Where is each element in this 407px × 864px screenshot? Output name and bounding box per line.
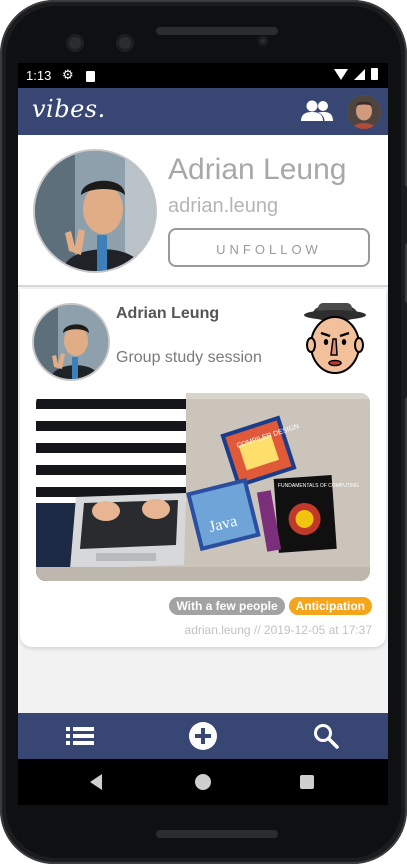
power-button: [403, 302, 407, 398]
profile-handle: adrian.leung: [168, 195, 279, 217]
post-author-avatar[interactable]: [32, 303, 110, 381]
settings-gear-icon: ⚙: [62, 67, 74, 82]
proximity-sensor: [258, 36, 268, 46]
post-meta: adrian.leung // 2019-12-05 at 17:37: [184, 623, 372, 637]
front-camera: [66, 34, 84, 52]
earpiece-speaker: [156, 27, 278, 35]
nav-search-button[interactable]: [296, 713, 356, 759]
profile-photo: [33, 149, 157, 273]
tag-company[interactable]: With a few people: [169, 597, 285, 615]
post-tags: With a few people Anticipation: [169, 597, 372, 615]
profile-name: Adrian Leung: [168, 153, 347, 186]
sd-card-icon: [86, 71, 95, 82]
screen: 1:13 ⚙ vibes. Adrian Leung adrian.leung …: [18, 63, 388, 805]
recents-icon[interactable]: [300, 775, 314, 789]
volume-button: [403, 186, 407, 244]
nav-feed-button[interactable]: [50, 713, 110, 759]
post-author-name[interactable]: Adrian Leung: [116, 305, 219, 323]
post-photo[interactable]: COMPILER DESIGN Java FUNDAMENTALS OF COM…: [36, 393, 370, 581]
status-time: 1:13: [26, 68, 52, 83]
bottom-speaker: [156, 830, 278, 838]
wifi-icon: [334, 68, 348, 80]
user-avatar[interactable]: [347, 95, 381, 129]
home-icon[interactable]: [195, 774, 211, 790]
system-nav-bar: [18, 759, 388, 805]
search-icon: [314, 724, 339, 749]
book-title-fundamentals: FUNDAMENTALS OF COMPUTING: [278, 483, 359, 489]
status-bar: 1:13 ⚙: [18, 63, 388, 88]
study-photo-illustration: COMPILER DESIGN Java FUNDAMENTALS OF COM…: [36, 393, 370, 581]
post-author-person-icon: [34, 305, 108, 379]
app-bar: vibes.: [18, 88, 388, 135]
profile-person-icon: [35, 151, 155, 271]
avatar-face-icon: [347, 95, 381, 129]
bottom-nav: [18, 713, 388, 759]
post-title: Group study session: [116, 349, 262, 366]
friends-icon[interactable]: [300, 99, 334, 123]
battery-icon: [371, 68, 378, 80]
status-icons: [334, 68, 378, 80]
front-sensor: [116, 34, 134, 52]
profile-header: Adrian Leung adrian.leung UNFOLLOW: [18, 135, 388, 287]
nav-add-button[interactable]: [173, 713, 233, 759]
app-logo: vibes.: [32, 95, 106, 123]
mood-face-icon: [304, 303, 366, 374]
tag-emotion[interactable]: Anticipation: [288, 597, 372, 615]
phone-frame: 1:13 ⚙ vibes. Adrian Leung adrian.leung …: [0, 0, 407, 864]
signal-icon: [354, 68, 365, 80]
unfollow-button[interactable]: UNFOLLOW: [168, 228, 370, 267]
post-card[interactable]: Adrian Leung Group study session COMPILE…: [20, 289, 386, 647]
list-icon: [66, 727, 94, 745]
back-icon[interactable]: [90, 774, 102, 790]
add-circle-icon: [189, 722, 217, 750]
